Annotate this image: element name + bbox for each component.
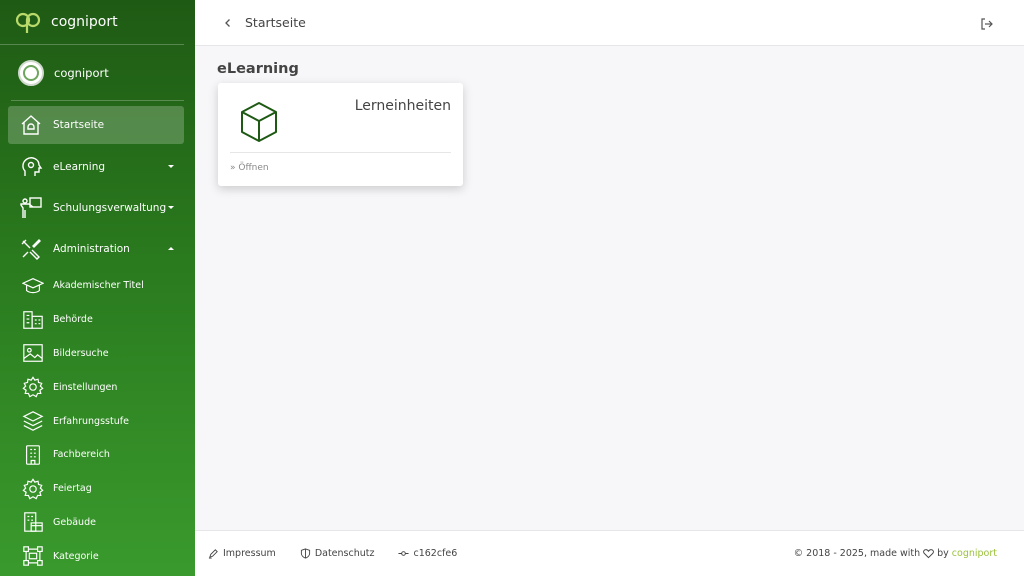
avatar [18, 59, 44, 86]
sidebar-subitem-label: Fachbereich [53, 449, 110, 461]
commit-hash: c162cfe6 [413, 548, 458, 559]
section-title: eLearning [217, 61, 299, 77]
back-button[interactable] [221, 16, 235, 30]
datenschutz-link[interactable]: Datenschutz [300, 548, 375, 559]
sidebar-subitem-gebaeude[interactable]: Gebäude [0, 506, 195, 540]
copyright-text: © 2018 - 2025, made with [793, 548, 921, 559]
building-icon [25, 445, 41, 465]
sidebar-item-label: Startseite [53, 119, 105, 131]
sidebar-item-schulungsverwaltung[interactable]: Schulungsverwaltung [8, 187, 184, 228]
open-link[interactable]: » Öffnen [230, 163, 269, 173]
sidebar-nav: Startseite eLearning Schulungsverwaltung… [0, 101, 195, 573]
brand-name: cogniport [51, 14, 118, 30]
datenschutz-label: Datenschutz [314, 548, 375, 559]
buildings-icon [23, 310, 43, 329]
brand[interactable]: cogniport [0, 0, 184, 45]
heart-icon [923, 549, 934, 559]
git-commit-icon [398, 551, 410, 556]
image-icon [23, 344, 43, 363]
logout-icon [981, 18, 993, 30]
shield-icon [300, 548, 310, 559]
commit-link[interactable]: c162cfe6 [398, 548, 457, 559]
sidebar-item-startseite[interactable]: Startseite [8, 106, 184, 144]
sidebar-subitem-label: Behörde [53, 314, 93, 326]
chevron-up-icon [168, 246, 174, 250]
user-profile[interactable]: cogniport [11, 45, 184, 101]
main-content: eLearning Lerneinheiten » Öffnen [195, 46, 1024, 530]
sidebar-item-label: eLearning [53, 160, 106, 173]
lerneinheiten-card[interactable]: Lerneinheiten » Öffnen [218, 83, 463, 186]
user-name: cogniport [54, 65, 109, 80]
sidebar-subitem-einstellungen[interactable]: Einstellungen [0, 370, 195, 404]
building-store-icon [24, 512, 43, 533]
head-icon [22, 156, 43, 176]
gear-icon [22, 477, 44, 500]
category-icon [23, 546, 43, 567]
tools-icon [21, 238, 41, 260]
sidebar-subitem-label: Erfahrungsstufe [53, 415, 129, 427]
topbar: Startseite [195, 0, 1024, 46]
graduation-cap-icon [22, 277, 44, 294]
copyright: © 2018 - 2025, made with by cogniport [794, 548, 997, 559]
cube-icon [241, 102, 277, 142]
sidebar-item-label: Schulungsverwaltung [53, 201, 167, 214]
footer: Impressum Datenschutz c162cfe6 © 2018 - … [195, 530, 1024, 576]
sidebar-subitem-kategorie[interactable]: Kategorie [0, 539, 195, 573]
sidebar-item-elearning[interactable]: eLearning [8, 146, 184, 187]
sidebar-subitem-label: Einstellungen [53, 381, 118, 393]
impressum-label: Impressum [223, 548, 276, 559]
sidebar: cogniport cogniport Startseite eLearning… [0, 0, 195, 576]
sidebar-subitem-label: Feiertag [53, 483, 92, 495]
chevron-down-icon [168, 205, 174, 209]
by-text: by [937, 548, 949, 559]
sidebar-subitem-akademischer-titel[interactable]: Akademischer Titel [0, 269, 195, 303]
sidebar-subitem-behoerde[interactable]: Behörde [0, 303, 195, 337]
sidebar-subitem-label: Akademischer Titel [53, 280, 144, 292]
home-icon [21, 115, 41, 135]
card-divider [230, 152, 451, 153]
logout-button[interactable] [980, 16, 994, 30]
sidebar-item-administration[interactable]: Administration [8, 228, 184, 269]
sidebar-item-label: Administration [53, 242, 130, 255]
sidebar-subitem-label: Bildersuche [53, 347, 109, 359]
card-title: Lerneinheiten [354, 98, 451, 114]
chevron-left-icon [225, 18, 230, 27]
footer-brand-link[interactable]: cogniport [952, 548, 997, 559]
sidebar-subitem-label: Gebäude [53, 516, 96, 528]
sidebar-subitem-label: Kategorie [53, 550, 99, 562]
layers-icon [22, 411, 44, 431]
cogniport-logo-icon [15, 12, 41, 33]
sidebar-subitem-feiertag[interactable]: Feiertag [0, 472, 195, 506]
presenter-icon [20, 196, 42, 218]
sidebar-subitem-erfahrungsstufe[interactable]: Erfahrungsstufe [0, 404, 195, 438]
page-title: Startseite [245, 15, 306, 30]
chevron-down-icon [168, 164, 174, 168]
impressum-link[interactable]: Impressum [208, 548, 276, 559]
pen-icon [208, 549, 218, 559]
sidebar-subitem-bildersuche[interactable]: Bildersuche [0, 337, 195, 371]
sidebar-subitem-fachbereich[interactable]: Fachbereich [0, 438, 195, 472]
gear-icon [22, 376, 44, 398]
